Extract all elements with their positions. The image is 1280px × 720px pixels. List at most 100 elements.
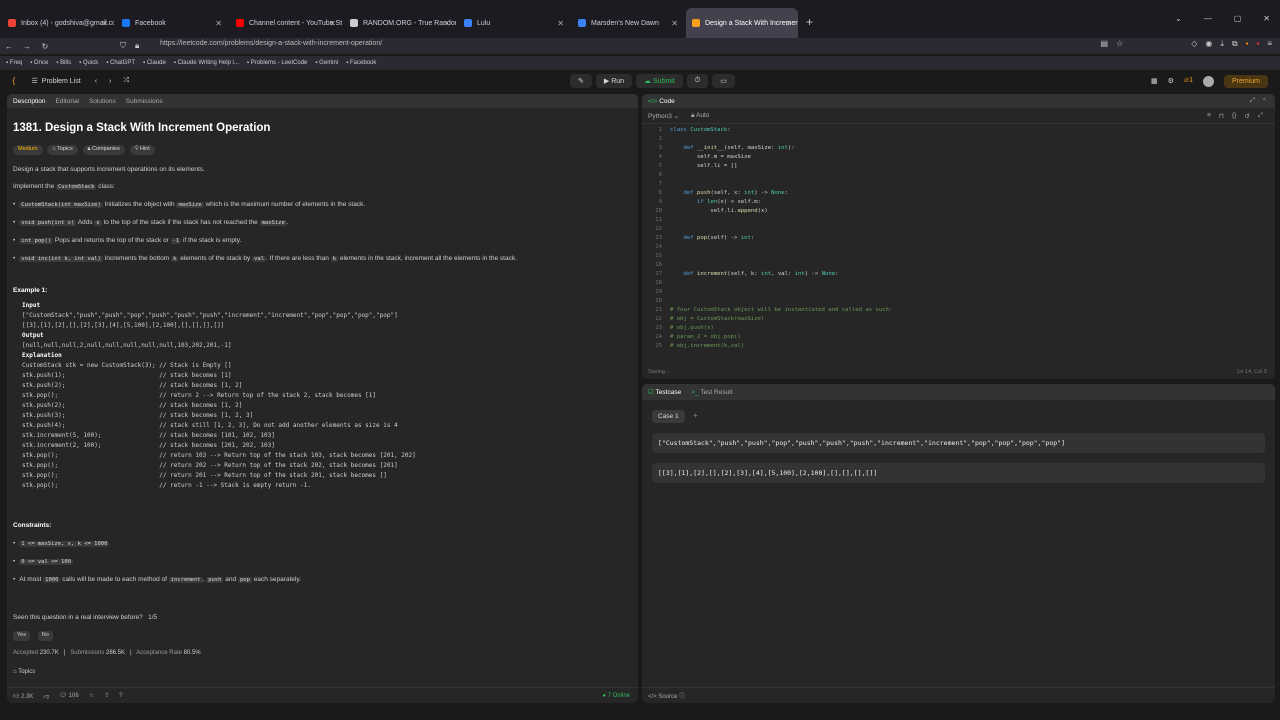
premium-button[interactable]: Premium <box>1223 74 1268 88</box>
avatar[interactable] <box>1202 75 1214 87</box>
bookmark-item[interactable]: ▪ Once <box>30 60 48 66</box>
yes-button[interactable]: Yes <box>13 631 30 642</box>
hint-tag[interactable]: 💡︎ Hint <box>129 144 155 155</box>
url-bar[interactable]: https://leetcode.com/problems/design-a-s… <box>160 40 382 47</box>
extension-icon[interactable]: ▪ <box>1246 39 1249 49</box>
fullscreen-icon[interactable]: ⤢ <box>1258 112 1263 120</box>
bookmark-item[interactable]: ▪ Bills <box>56 60 71 66</box>
shuffle-icon[interactable]: ⤮ <box>123 77 129 85</box>
timer-icon[interactable]: ⏱ <box>686 74 709 88</box>
maximize-panel-icon[interactable]: ⤢ <box>1250 97 1255 105</box>
code-line[interactable]: 9 if len(x) < self.m: <box>642 198 1275 207</box>
bookmark-item[interactable]: ▪ Problems - LeetCode <box>247 60 308 66</box>
minimize-icon[interactable]: — <box>1204 14 1212 23</box>
tab-test-result[interactable]: >_ Test Result <box>691 389 732 396</box>
shield-icon[interactable]: ⛉ <box>120 41 126 51</box>
run-button[interactable]: ▶ Run <box>595 74 633 88</box>
tab-close-icon[interactable]: ✕ <box>215 19 222 28</box>
notes-icon[interactable]: ▭ <box>712 74 735 88</box>
code-line[interactable]: 20 <box>642 297 1275 306</box>
code-line[interactable]: 17 def increment(self, k: int, val: int)… <box>642 270 1275 279</box>
favorite-star-icon[interactable]: ☆ <box>89 692 94 699</box>
layout-icon[interactable]: ▦ <box>1151 77 1158 85</box>
next-problem-icon[interactable]: › <box>109 78 111 85</box>
code-line[interactable]: 7 <box>642 180 1275 189</box>
tab-submissions[interactable]: Submissions <box>126 98 163 105</box>
companies-tag[interactable]: 🔒︎ Companies <box>82 144 125 155</box>
code-line[interactable]: 1 class CustomStack: <box>642 126 1275 135</box>
maximize-icon[interactable]: ▢ <box>1234 14 1242 23</box>
bookmark-icon[interactable]: ⊓ <box>1219 112 1224 120</box>
extension-icon-2[interactable]: ▪ <box>1256 39 1259 49</box>
add-case-icon[interactable]: + <box>693 411 698 420</box>
code-line[interactable]: 3 def __init__(self, maxSize: int): <box>642 144 1275 153</box>
code-line[interactable]: 11 <box>642 216 1275 225</box>
tab-code[interactable]: </> Code <box>648 98 675 105</box>
testcase-input-2[interactable]: [[3],[1],[2],[],[2],[3],[4],[5,100],[2,1… <box>652 463 1265 483</box>
lock-icon[interactable]: 🔒︎ <box>135 41 139 51</box>
code-editor[interactable]: 1 class CustomStack: 2 3 def __init__(self,… <box>642 124 1275 351</box>
pocket-icon[interactable]: ◇ <box>1191 39 1197 49</box>
case-1-tab[interactable]: Case 1 <box>652 410 685 423</box>
like-button[interactable]: 👍︎ 2.3K <box>13 692 33 700</box>
code-line[interactable]: 24 # param_2 = obj.pop() <box>642 333 1275 342</box>
browser-tab[interactable]: Marsden's New Dawn ✕ <box>572 8 684 38</box>
tab-testcase[interactable]: ☑ Testcase <box>648 388 681 396</box>
reset-icon[interactable]: ↺ <box>1244 112 1249 120</box>
code-line[interactable]: 6 <box>642 171 1275 180</box>
browser-tab[interactable]: Facebook ✕ <box>116 8 228 38</box>
code-line[interactable]: 13 def pop(self) -> int: <box>642 234 1275 243</box>
code-line[interactable]: 10 self.li.append(x) <box>642 207 1275 216</box>
bookmark-item[interactable]: ▪ Gemini <box>315 60 338 66</box>
prev-problem-icon[interactable]: ‹ <box>95 78 97 85</box>
tab-list-dropdown-icon[interactable]: ⌄ <box>1175 14 1182 23</box>
bookmark-item[interactable]: ▪ Facebook <box>346 60 376 66</box>
code-line[interactable]: 18 <box>642 279 1275 288</box>
bookmark-item[interactable]: ▪ Claude Writing Help i... <box>174 60 239 66</box>
code-line[interactable]: 25 # obj.increment(k,val) <box>642 342 1275 351</box>
code-line[interactable]: 12 <box>642 225 1275 234</box>
code-line[interactable]: 4 self.m = maxSize <box>642 153 1275 162</box>
browser-tab[interactable]: Lulu ✕ <box>458 8 570 38</box>
bookmark-star-icon[interactable]: ☆ <box>1116 39 1123 49</box>
tab-editorial[interactable]: Editorial <box>56 98 79 105</box>
testcase-input-1[interactable]: ["CustomStack","push","push","pop","push… <box>652 433 1265 453</box>
bookmark-item[interactable]: ▪ Freq <box>6 60 22 66</box>
account-icon[interactable]: ◉ <box>1205 39 1212 49</box>
difficulty-badge[interactable]: Medium <box>13 144 43 155</box>
source-button[interactable]: </> Source ⓘ <box>648 691 685 700</box>
debug-icon[interactable]: ✎ <box>570 74 592 88</box>
submit-button[interactable]: ☁ Submit <box>636 74 683 88</box>
comments-button[interactable]: 💬︎ 106 <box>59 692 78 699</box>
code-line[interactable]: 16 <box>642 261 1275 270</box>
browser-tab[interactable]: RANDOM.ORG - True Random ✕ <box>344 8 456 38</box>
extensions-icon[interactable]: ⧉ <box>1232 39 1238 49</box>
dislike-icon[interactable]: 👎︎ <box>43 692 49 700</box>
tab-close-icon[interactable]: ✕ <box>671 19 678 28</box>
problem-list-link[interactable]: Problem List <box>42 78 81 85</box>
share-icon[interactable]: ⇪ <box>104 692 109 699</box>
close-window-icon[interactable]: ✕ <box>1263 14 1270 23</box>
bookmark-item[interactable]: ▪ ChatGPT <box>106 60 135 66</box>
no-button[interactable]: No <box>37 631 53 642</box>
leetcode-logo-icon[interactable]: ⟨ <box>12 76 16 87</box>
streak-fire-icon[interactable]: 🔥︎1 <box>1184 77 1193 85</box>
back-icon[interactable]: ← <box>0 42 18 51</box>
code-line[interactable]: 22 # obj = CustomStack(maxSize) <box>642 315 1275 324</box>
code-line[interactable]: 23 # obj.push(x) <box>642 324 1275 333</box>
menu-icon[interactable]: ≡ <box>1267 39 1272 49</box>
reader-icon[interactable]: ▤ <box>1101 39 1109 49</box>
tab-close-icon[interactable]: ✕ <box>557 19 564 28</box>
topics-section[interactable]: ⌂ Topics <box>13 668 632 677</box>
code-line[interactable]: 2 <box>642 135 1275 144</box>
download-icon[interactable]: ⤓ <box>1220 39 1224 49</box>
code-line[interactable]: 5 self.li = [] <box>642 162 1275 171</box>
collapse-panel-icon[interactable]: ⌃ <box>1262 97 1267 105</box>
new-tab-button[interactable]: + <box>806 15 813 29</box>
code-line[interactable]: 19 <box>642 288 1275 297</box>
tab-description[interactable]: Description <box>13 98 46 105</box>
braces-icon[interactable]: {} <box>1232 112 1236 120</box>
help-icon[interactable]: ? <box>119 693 122 699</box>
format-icon[interactable]: ≡ <box>1207 112 1211 120</box>
tab-close-icon[interactable]: ✕ <box>101 19 108 28</box>
